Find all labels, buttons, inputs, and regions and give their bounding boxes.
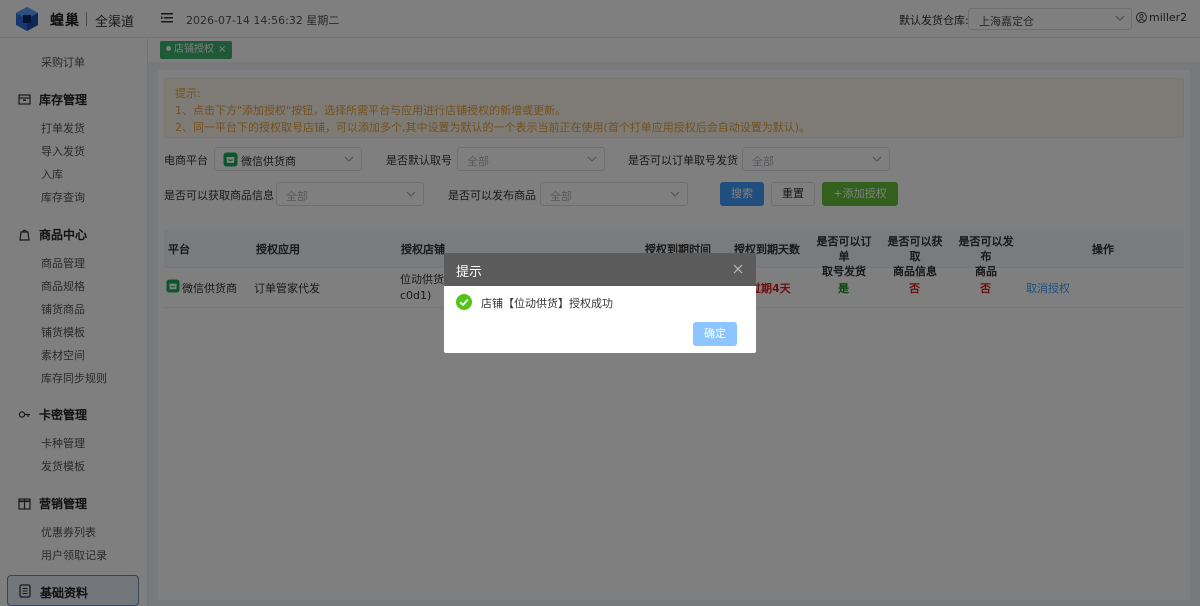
- dialog-message: 店铺【位动供货】授权成功: [481, 297, 613, 310]
- dialog-title: 提示: [456, 265, 483, 280]
- confirm-button[interactable]: 确定: [693, 322, 737, 346]
- success-dialog: 提示 店铺【位动供货】授权成功 确定: [444, 253, 756, 353]
- dialog-header: 提示: [444, 253, 756, 286]
- success-check-icon: [456, 294, 472, 310]
- close-icon[interactable]: [732, 263, 744, 275]
